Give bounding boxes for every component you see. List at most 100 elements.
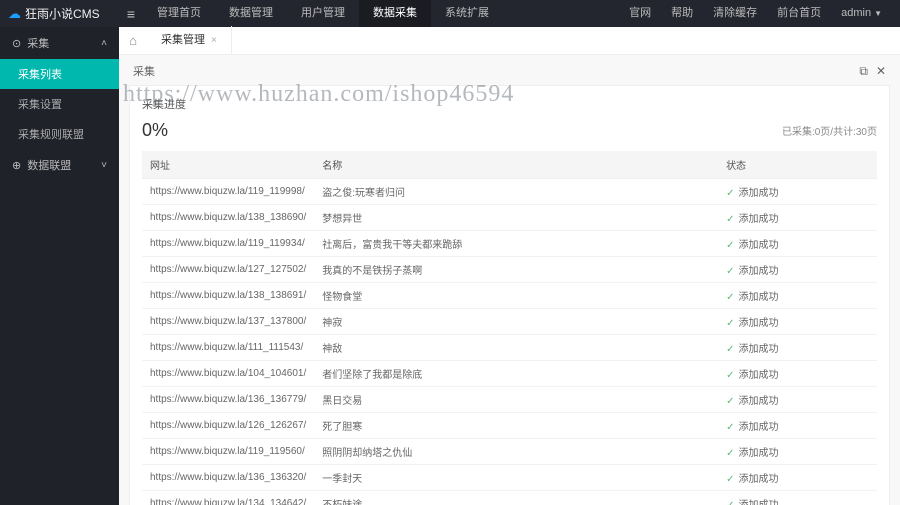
cell-url: https://www.biquzw.la/134_134642/: [142, 491, 314, 505]
breadcrumb: 采集: [133, 63, 155, 79]
sidebar-item[interactable]: 采集列表: [0, 59, 119, 89]
collect-panel: 采集进度 0% 已采集:0页/共计:30页 网址 名称 状态 https://w…: [129, 85, 890, 505]
table-row: https://www.biquzw.la/137_137800/神寂✓添加成功: [142, 309, 877, 335]
table-row: https://www.biquzw.la/136_136320/一季封天✓添加…: [142, 465, 877, 491]
cell-name: 怪物食堂: [314, 283, 718, 309]
sidebar-item[interactable]: 采集规则联盟: [0, 119, 119, 149]
check-icon: ✓: [726, 370, 734, 381]
chevron-up-icon: ˄: [101, 38, 107, 49]
top-right-item[interactable]: 帮助: [661, 0, 703, 27]
cell-url: https://www.biquzw.la/136_136779/: [142, 387, 314, 413]
check-icon: ✓: [726, 318, 734, 329]
cell-status: ✓添加成功: [718, 309, 877, 335]
cell-status: ✓添加成功: [718, 283, 877, 309]
top-nav-item[interactable]: 用户管理: [287, 0, 359, 27]
table-header-row: 网址 名称 状态: [142, 151, 877, 179]
cell-name: 盗之俊:玩寒者归问: [314, 179, 718, 205]
cell-url: https://www.biquzw.la/119_119934/: [142, 231, 314, 257]
sidebar-item[interactable]: 采集设置: [0, 89, 119, 119]
cell-status: ✓添加成功: [718, 387, 877, 413]
progress-status: 已采集:0页/共计:30页: [782, 123, 877, 138]
check-icon: ✓: [726, 344, 734, 355]
cell-status: ✓添加成功: [718, 439, 877, 465]
sidebar: ⊙采集˄采集列表采集设置采集规则联盟⊕数据联盟˅: [0, 27, 119, 505]
cell-url: https://www.biquzw.la/111_111543/: [142, 335, 314, 361]
home-tab-icon[interactable]: ⌂: [119, 33, 147, 48]
top-nav-item[interactable]: 管理首页: [143, 0, 215, 27]
close-panel-icon[interactable]: ✕: [876, 64, 886, 79]
top-nav-item[interactable]: 数据管理: [215, 0, 287, 27]
breadcrumb-row: 采集 ⧉ ✕: [129, 61, 890, 85]
cell-url: https://www.biquzw.la/127_127502/: [142, 257, 314, 283]
top-right-nav: 官网帮助清除缓存前台首页admin▼: [619, 0, 900, 27]
table-row: https://www.biquzw.la/119_119934/社离后，富贵我…: [142, 231, 877, 257]
group-label: 数据联盟: [27, 157, 71, 173]
top-right-item[interactable]: 清除缓存: [703, 0, 767, 27]
check-icon: ✓: [726, 214, 734, 225]
check-icon: ✓: [726, 292, 734, 303]
cell-name: 死了胆寒: [314, 413, 718, 439]
cell-url: https://www.biquzw.la/119_119998/: [142, 179, 314, 205]
chevron-down-icon: ˅: [101, 160, 107, 171]
cloud-icon: ☁: [8, 6, 21, 22]
cell-url: https://www.biquzw.la/138_138691/: [142, 283, 314, 309]
check-icon: ✓: [726, 448, 734, 459]
check-icon: ✓: [726, 188, 734, 199]
table-row: https://www.biquzw.la/138_138690/梦想异世✓添加…: [142, 205, 877, 231]
top-header: ☁ 狂雨小说CMS ≡ 管理首页数据管理用户管理数据采集系统扩展 官网帮助清除缓…: [0, 0, 900, 27]
cell-name: 者们坚除了我都是除底: [314, 361, 718, 387]
cell-name: 梦想异世: [314, 205, 718, 231]
top-nav-item[interactable]: 系统扩展: [431, 0, 503, 27]
cell-name: 神敌: [314, 335, 718, 361]
th-name: 名称: [314, 151, 718, 179]
table-row: https://www.biquzw.la/136_136779/黑日交易✓添加…: [142, 387, 877, 413]
tab[interactable]: 采集管理 ×: [147, 26, 232, 55]
cell-url: https://www.biquzw.la/137_137800/: [142, 309, 314, 335]
table-row: https://www.biquzw.la/119_119560/照阴阴却纳塔之…: [142, 439, 877, 465]
check-icon: ✓: [726, 422, 734, 433]
th-status: 状态: [718, 151, 877, 179]
table-row: https://www.biquzw.la/104_104601/者们坚除了我都…: [142, 361, 877, 387]
top-right-item[interactable]: 官网: [619, 0, 661, 27]
cell-status: ✓添加成功: [718, 257, 877, 283]
cell-name: 我真的不是铁拐子蒸啊: [314, 257, 718, 283]
hamburger-icon[interactable]: ≡: [119, 6, 143, 22]
tab-bar: ⌂ 采集管理 ×: [119, 27, 900, 55]
cell-url: https://www.biquzw.la/136_136320/: [142, 465, 314, 491]
tab-label: 采集管理: [161, 34, 205, 46]
sidebar-group[interactable]: ⊕数据联盟˅: [0, 149, 119, 181]
cell-status: ✓添加成功: [718, 179, 877, 205]
cell-name: 神寂: [314, 309, 718, 335]
close-icon[interactable]: ×: [211, 35, 217, 46]
panel-tools: ⧉ ✕: [859, 64, 886, 79]
progress-row: 0% 已采集:0页/共计:30页: [142, 120, 877, 141]
group-icon: ⊙: [12, 37, 21, 50]
top-right-item[interactable]: 前台首页: [767, 0, 831, 27]
cell-url: https://www.biquzw.la/138_138690/: [142, 205, 314, 231]
cell-status: ✓添加成功: [718, 465, 877, 491]
cell-url: https://www.biquzw.la/126_126267/: [142, 413, 314, 439]
cell-status: ✓添加成功: [718, 491, 877, 505]
cell-status: ✓添加成功: [718, 205, 877, 231]
brand: ☁ 狂雨小说CMS: [0, 5, 119, 22]
top-nav-item[interactable]: 数据采集: [359, 0, 431, 27]
panel-title: 采集进度: [142, 96, 877, 112]
cell-name: 黑日交易: [314, 387, 718, 413]
cell-url: https://www.biquzw.la/104_104601/: [142, 361, 314, 387]
check-icon: ✓: [726, 474, 734, 485]
group-label: 采集: [27, 35, 49, 51]
cell-name: 一季封天: [314, 465, 718, 491]
cell-status: ✓添加成功: [718, 361, 877, 387]
table-row: https://www.biquzw.la/127_127502/我真的不是铁拐…: [142, 257, 877, 283]
chevron-down-icon: ▼: [874, 9, 882, 18]
top-right-item[interactable]: admin▼: [831, 0, 892, 27]
check-icon: ✓: [726, 500, 734, 505]
cell-status: ✓添加成功: [718, 335, 877, 361]
sidebar-group[interactable]: ⊙ 采集 ˄: [0, 27, 119, 59]
brand-text: 狂雨小说CMS: [25, 5, 100, 22]
table-row: https://www.biquzw.la/134_134642/不朽妹途✓添加…: [142, 491, 877, 505]
cell-status: ✓添加成功: [718, 413, 877, 439]
table-row: https://www.biquzw.la/111_111543/神敌✓添加成功: [142, 335, 877, 361]
cell-url: https://www.biquzw.la/119_119560/: [142, 439, 314, 465]
copy-icon[interactable]: ⧉: [859, 64, 868, 79]
